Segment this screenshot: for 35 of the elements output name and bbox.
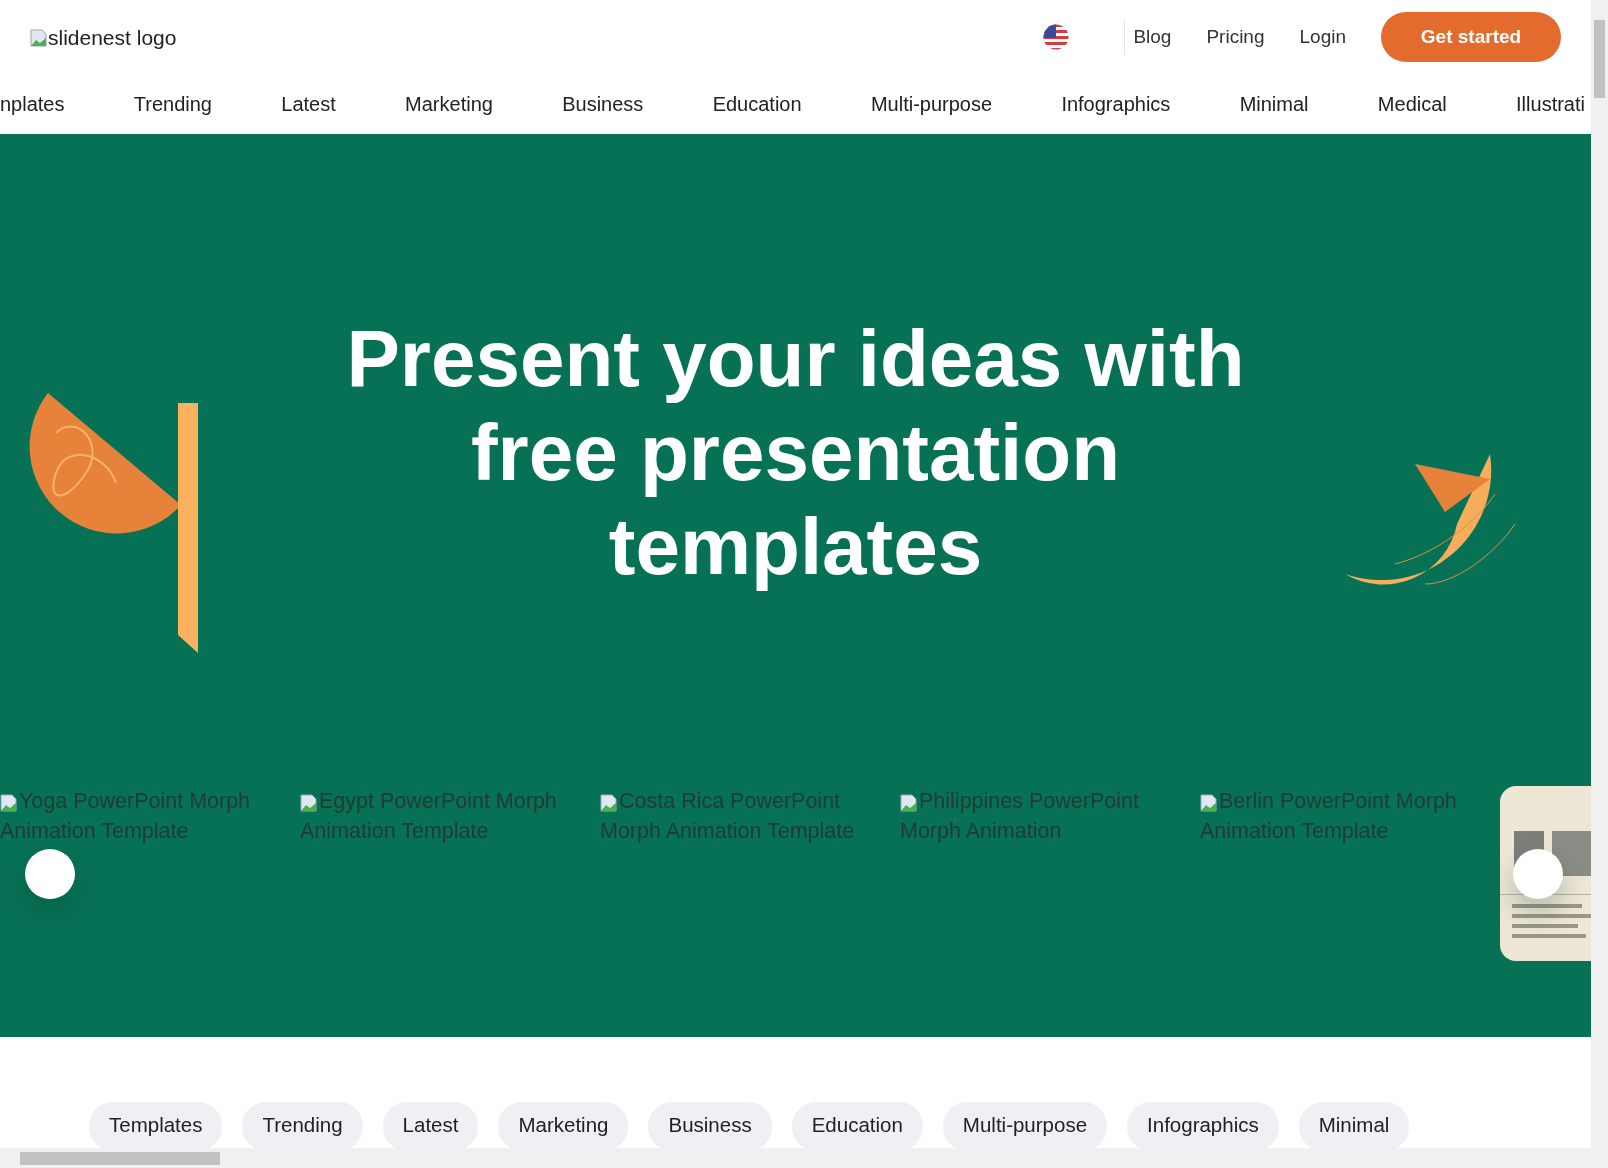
category-link[interactable]: Education: [712, 92, 802, 116]
category-chip[interactable]: Business: [648, 1102, 772, 1148]
broken-image-icon: [30, 29, 48, 47]
carousel-prev-button[interactable]: [25, 849, 75, 899]
category-chip[interactable]: Infographics: [1127, 1102, 1279, 1148]
category-link[interactable]: Marketing: [405, 92, 493, 116]
hero-title: Present your ideas with free presentation templates: [345, 313, 1246, 593]
broken-image-icon: [600, 794, 618, 812]
category-link[interactable]: Trending: [133, 92, 212, 116]
category-link[interactable]: Multi-purpose: [870, 92, 993, 116]
broken-image-icon: [900, 794, 918, 812]
category-link[interactable]: Minimal: [1239, 92, 1309, 116]
broken-image-icon: [0, 794, 18, 812]
category-link[interactable]: Business: [562, 92, 644, 116]
category-link[interactable]: Infographics: [1061, 92, 1171, 116]
category-link[interactable]: Illustrati: [1516, 92, 1585, 116]
category-chip[interactable]: Templates: [89, 1102, 223, 1148]
logo-alt-text: slidenest logo: [48, 26, 177, 50]
category-link[interactable]: Medical: [1377, 92, 1447, 116]
category-link[interactable]: Latest: [281, 92, 336, 116]
flag-icon[interactable]: [1043, 24, 1070, 50]
category-chip[interactable]: Trending: [242, 1102, 363, 1148]
nav-link[interactable]: Login: [1299, 26, 1346, 48]
category-chip[interactable]: Marketing: [498, 1102, 629, 1148]
category-chip[interactable]: Education: [791, 1102, 923, 1148]
category-chip[interactable]: Multi-purpose: [942, 1102, 1108, 1148]
category-chip[interactable]: Latest: [382, 1102, 479, 1148]
category-link[interactable]: nplates: [0, 92, 65, 116]
category-chip[interactable]: Minimal: [1298, 1102, 1410, 1148]
scrollbar-thumb[interactable]: [20, 1152, 220, 1165]
scrollbar-thumb[interactable]: [1594, 20, 1605, 98]
nav-link[interactable]: Pricing: [1206, 26, 1265, 48]
broken-image-icon: [300, 794, 318, 812]
nav-link[interactable]: Blog: [1133, 26, 1172, 48]
broken-image-icon: [1200, 794, 1218, 812]
